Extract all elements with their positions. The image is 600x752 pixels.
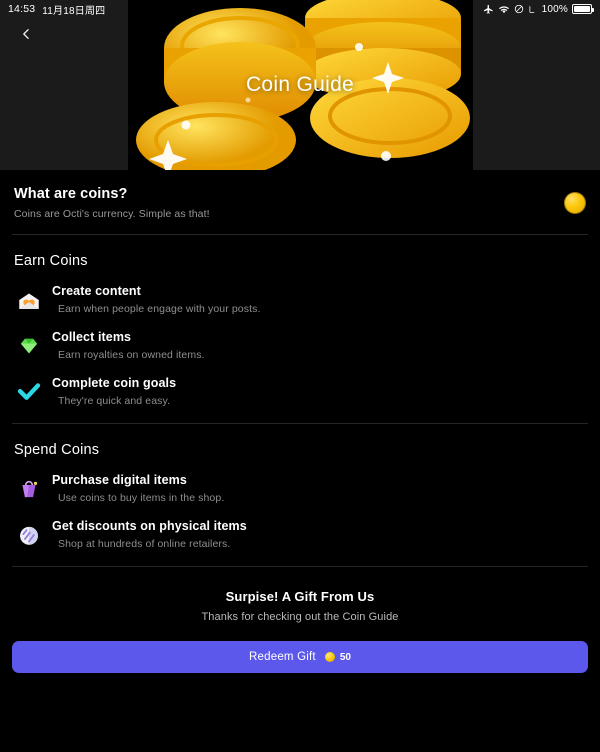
redeem-gift-amount: 50 [339, 651, 351, 663]
shopping-bag-icon [14, 474, 44, 504]
airplane-icon [483, 4, 494, 15]
mute-icon [514, 4, 524, 14]
earn-coins-section: Earn Coins Create content Earn when peop… [0, 235, 600, 423]
list-item-desc: Earn when people engage with your posts. [58, 303, 261, 315]
status-date: 11月18日周四 [42, 5, 106, 17]
redeem-gift-label: Redeem Gift [249, 651, 316, 663]
gold-coin-icon [564, 192, 586, 214]
list-item-title: Create content [52, 284, 141, 298]
list-item-desc: They're quick and easy. [58, 395, 171, 407]
check-mark-icon [14, 377, 44, 407]
gift-section: Surpise! A Gift From Us Thanks for check… [0, 567, 600, 623]
love-letter-icon [14, 285, 44, 315]
page-title: Coin Guide [245, 73, 355, 96]
coin-icon [324, 652, 335, 662]
list-item[interactable]: Collect items Earn royalties on owned it… [0, 329, 600, 361]
chevron-left-icon [22, 29, 29, 39]
spend-coins-section: Spend Coins Purchase digital items Use c… [0, 424, 600, 566]
intro-subtitle: Coins are Octi's currency. Simple as tha… [14, 208, 210, 220]
list-item[interactable]: Purchase digital items Use coins to buy … [0, 472, 600, 504]
hero-banner: Coin Guide [0, 0, 600, 170]
list-item-title: Collect items [52, 330, 132, 344]
wifi-icon [498, 4, 510, 15]
disco-ball-icon [14, 520, 44, 550]
list-item[interactable]: Create content Earn when people engage w… [0, 283, 600, 315]
status-time: 14:53 [8, 3, 36, 15]
list-item-desc: Shop at hundreds of online retailers. [58, 538, 231, 550]
list-item-desc: Earn royalties on owned items. [58, 349, 205, 361]
back-button[interactable] [12, 20, 40, 48]
status-bar: 14:53 11月18日周四 100% [0, 0, 600, 18]
earn-coins-title: Earn Coins [14, 253, 88, 269]
list-item-title: Purchase digital items [52, 473, 187, 487]
intro-section: What are coins? Coins are Octi's currenc… [0, 170, 600, 234]
intro-title: What are coins? [14, 186, 128, 202]
battery-percent: 100% [541, 3, 568, 15]
coin-guide-screen: 14:53 11月18日周四 100% Coin Guide What are … [0, 0, 600, 752]
list-item-title: Get discounts on physical items [52, 519, 247, 533]
content-area: What are coins? Coins are Octi's currenc… [0, 170, 600, 673]
redeem-gift-button[interactable]: Redeem Gift 50 [12, 641, 588, 673]
list-item-desc: Use coins to buy items in the shop. [58, 492, 225, 504]
list-item-title: Complete coin goals [52, 376, 177, 390]
gift-subtitle: Thanks for checking out the Coin Guide [201, 611, 399, 623]
spend-coins-title: Spend Coins [14, 442, 100, 458]
call-icon [528, 5, 537, 14]
list-item[interactable]: Get discounts on physical items Shop at … [0, 518, 600, 550]
gem-stone-icon [14, 331, 44, 361]
gift-title: Surpise! A Gift From Us [225, 589, 375, 604]
status-bar-left: 14:53 11月18日周四 [8, 2, 105, 17]
status-bar-right: 100% [483, 3, 594, 15]
list-item[interactable]: Complete coin goals They're quick and ea… [0, 375, 600, 407]
battery-icon [572, 4, 594, 14]
